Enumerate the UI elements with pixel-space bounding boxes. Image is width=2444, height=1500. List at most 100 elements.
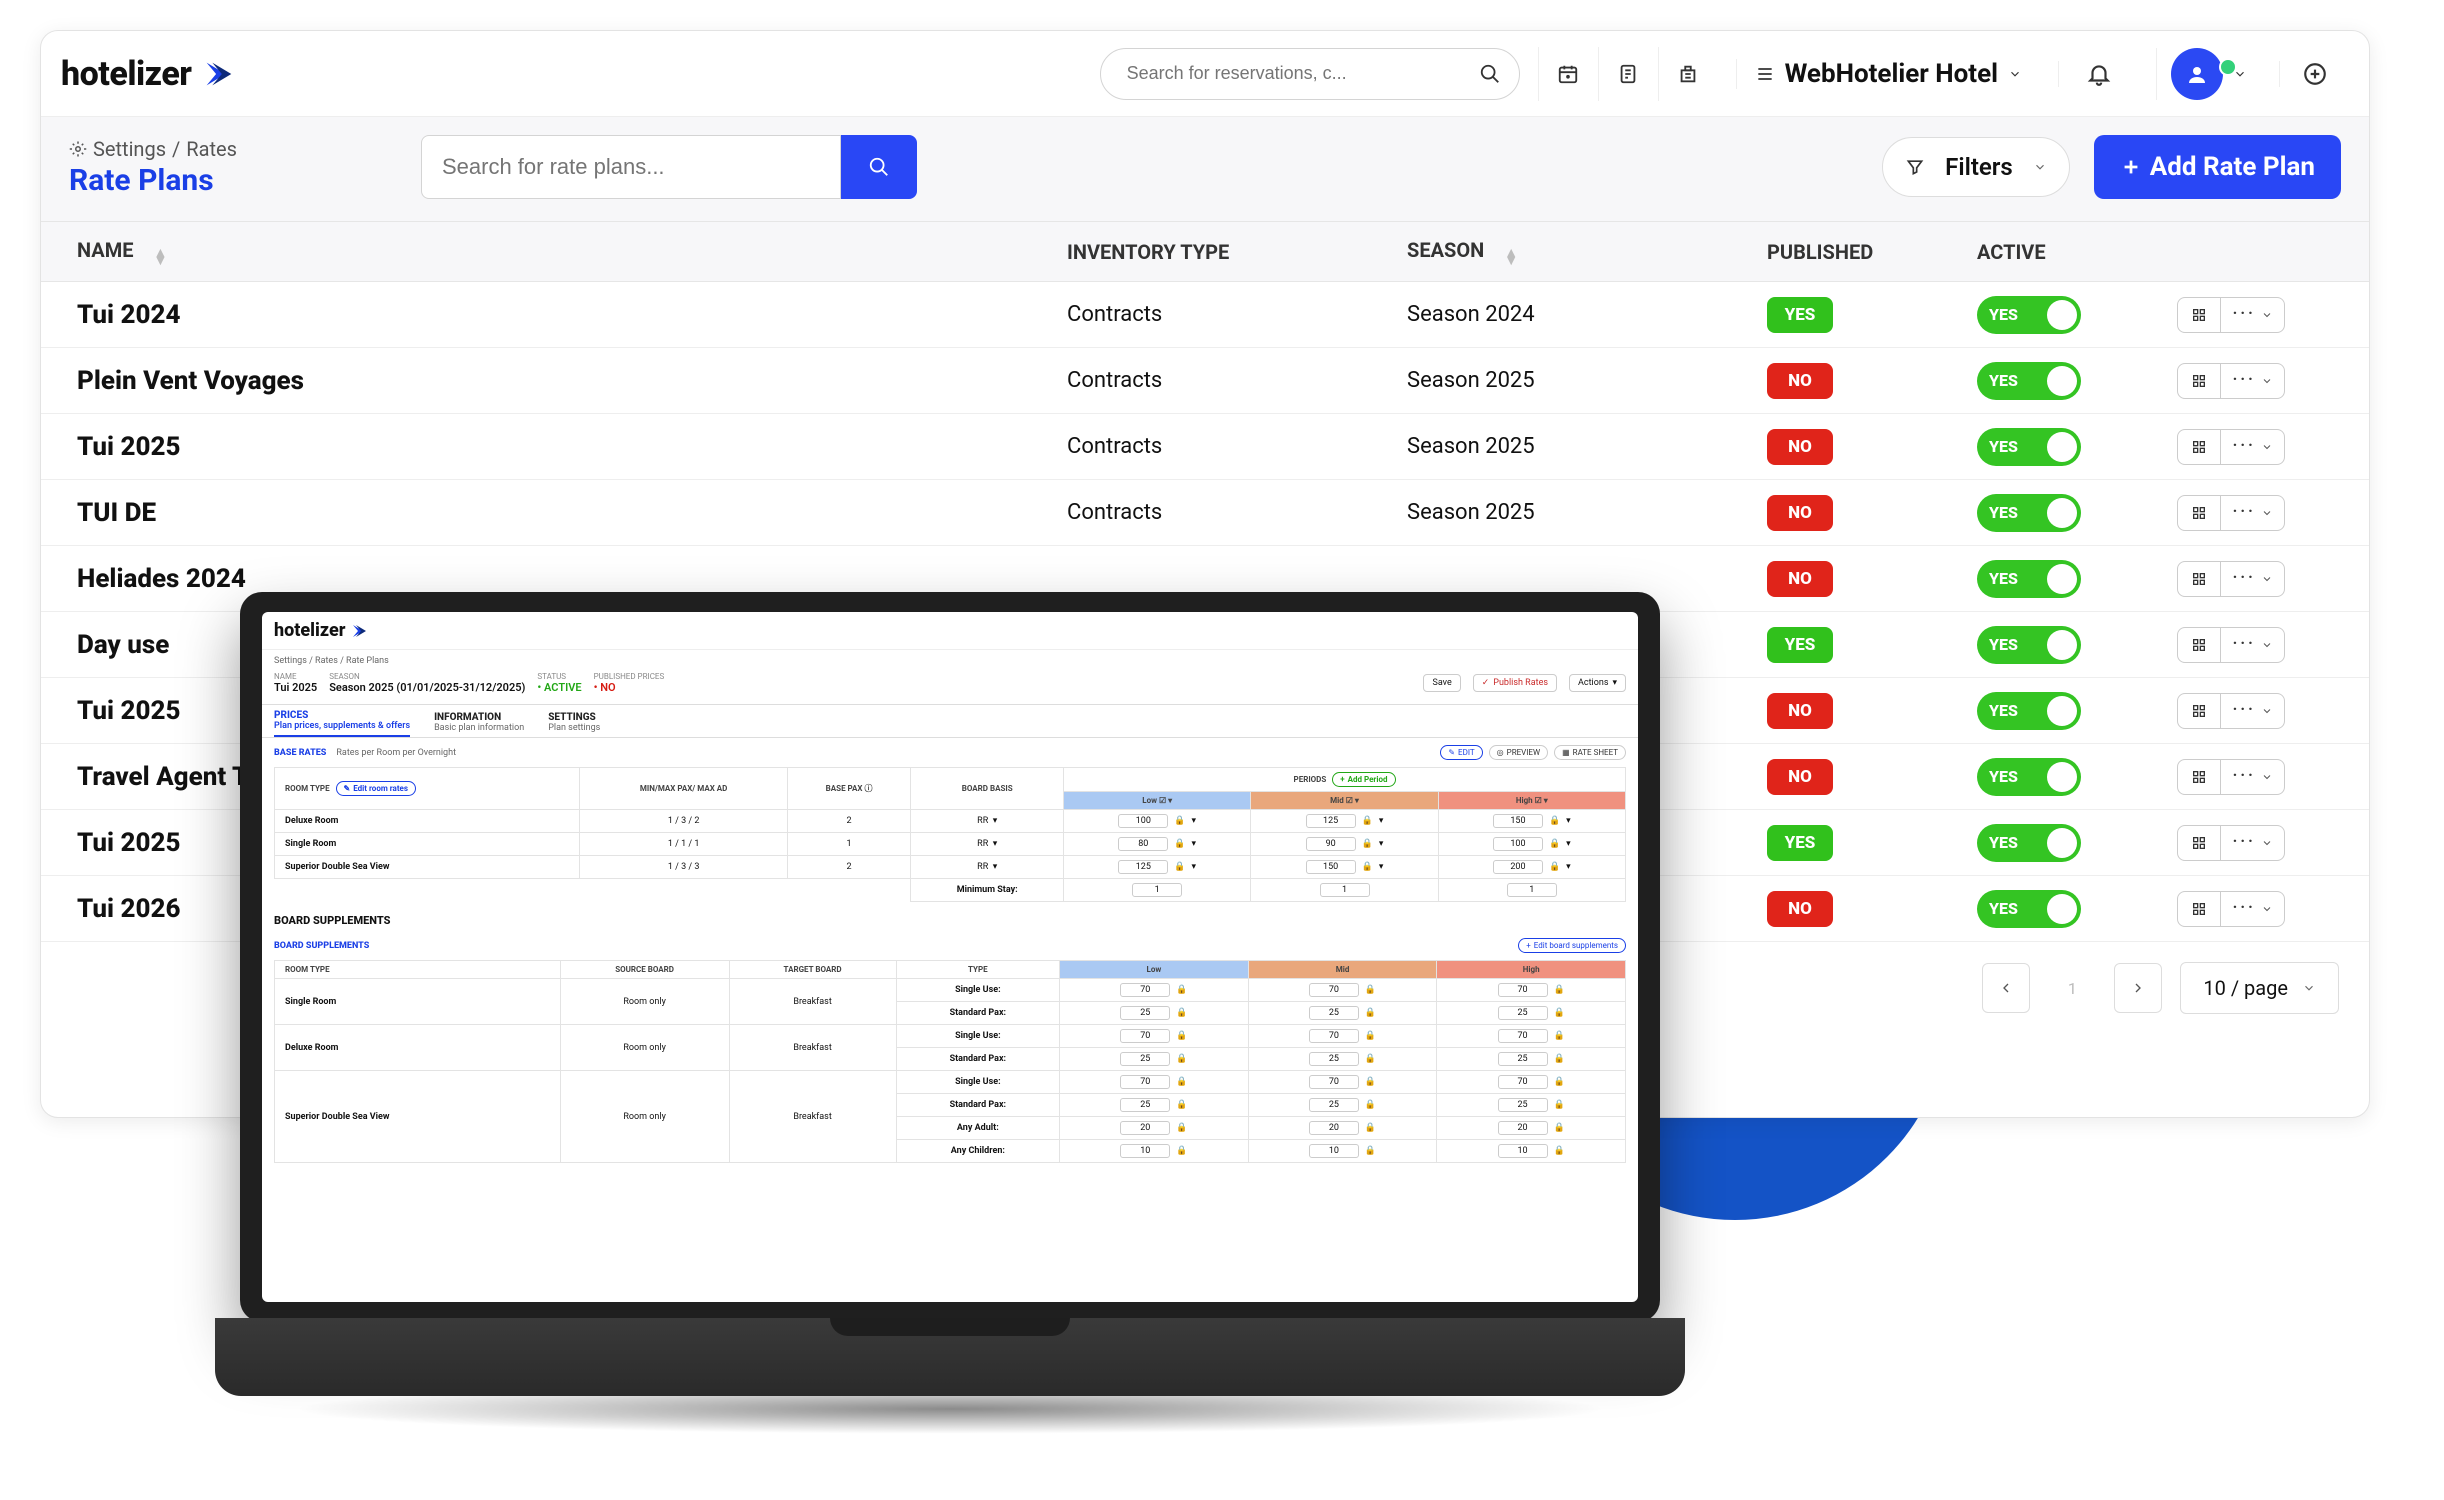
notifications-button[interactable] — [2058, 61, 2138, 87]
bell-icon — [2086, 61, 2112, 87]
table-row: Deluxe Room 1 / 3 / 2 2 RR ▾ 100🔒▾ 125🔒▾… — [275, 810, 1626, 833]
save-button[interactable]: Save — [1423, 674, 1460, 692]
table-row: Single Room 1 / 1 / 1 1 RR ▾ 80🔒▾ 90🔒▾ 1… — [275, 833, 1626, 856]
sort-icon[interactable]: ▲▼ — [1504, 249, 1518, 265]
active-toggle[interactable]: YES — [1977, 626, 2081, 664]
grid-view-button[interactable] — [2177, 561, 2221, 597]
row-actions-menu[interactable]: ··· — [2221, 627, 2285, 663]
table-row[interactable]: Tui 2024 Contracts Season 2024 YES YES ·… — [41, 282, 2369, 348]
edit-button[interactable]: ✎ EDIT — [1440, 745, 1482, 760]
lock-icon: 🔒 — [1365, 1146, 1376, 1156]
row-actions-menu[interactable]: ··· — [2221, 891, 2285, 927]
row-actions-menu[interactable]: ··· — [2221, 759, 2285, 795]
actions-menu[interactable]: Actions ▾ — [1569, 674, 1626, 692]
invoice-icon[interactable] — [1598, 47, 1658, 101]
table-row: Deluxe Room Room only Breakfast Single U… — [275, 1025, 1626, 1048]
row-actions-menu[interactable]: ··· — [2221, 825, 2285, 861]
active-toggle[interactable]: YES — [1977, 758, 2081, 796]
grid-icon — [2191, 703, 2207, 719]
brand-icon — [199, 55, 237, 93]
published-badge: NO — [1767, 891, 1833, 927]
active-toggle[interactable]: YES — [1977, 494, 2081, 532]
preview-button[interactable]: ◎ PREVIEW — [1489, 745, 1548, 760]
table-row[interactable]: Plein Vent Voyages Contracts Season 2025… — [41, 348, 2369, 414]
base-rates-table: ROOM TYPE ✎ Edit room rates MIN/MAX PAX/… — [274, 767, 1626, 902]
rate-sheet-button[interactable]: ▦ RATE SHEET — [1554, 745, 1626, 760]
grid-view-button[interactable] — [2177, 627, 2221, 663]
breadcrumb: Settings / Rates / Rate Plans — [262, 650, 1638, 666]
grid-view-button[interactable] — [2177, 495, 2221, 531]
col-active[interactable]: ACTIVE — [1977, 240, 2046, 264]
chevron-down-icon — [2261, 639, 2273, 651]
active-toggle[interactable]: YES — [1977, 296, 2081, 334]
row-actions-menu[interactable]: ··· — [2221, 495, 2285, 531]
grid-view-button[interactable] — [2177, 891, 2221, 927]
inventory-type: Contracts — [1067, 368, 1407, 393]
more-icon: ··· — [2232, 500, 2255, 525]
lock-icon: 🔒 — [1554, 1077, 1565, 1087]
chevron-left-icon — [1998, 980, 2014, 996]
add-period-button[interactable]: + Add Period — [1332, 772, 1395, 787]
lock-icon: 🔒 — [1365, 1077, 1376, 1087]
user-menu[interactable] — [2156, 48, 2261, 100]
lock-icon: 🔒 — [1365, 1123, 1376, 1133]
active-toggle[interactable]: YES — [1977, 824, 2081, 862]
add-rate-plan-button[interactable]: Add Rate Plan — [2094, 135, 2341, 199]
row-actions-menu[interactable]: ··· — [2221, 561, 2285, 597]
global-search-input[interactable] — [1125, 62, 1479, 85]
edit-room-rates-button[interactable]: ✎ Edit room rates — [336, 781, 416, 796]
calendar-icon[interactable] — [1538, 47, 1598, 101]
col-published[interactable]: PUBLISHED — [1767, 240, 1873, 264]
row-actions-menu[interactable]: ··· — [2221, 363, 2285, 399]
col-season[interactable]: SEASON — [1407, 238, 1484, 262]
lock-icon: 🔒 — [1174, 862, 1185, 872]
per-page-select[interactable]: 10 / page — [2180, 962, 2339, 1014]
rateplan-search-button[interactable] — [841, 135, 917, 199]
chevron-down-icon — [2302, 981, 2316, 995]
col-inventory[interactable]: INVENTORY TYPE — [1067, 240, 1229, 264]
hotel-selector[interactable]: WebHotelier Hotel — [1736, 59, 2040, 89]
grid-view-button[interactable] — [2177, 825, 2221, 861]
active-toggle[interactable]: YES — [1977, 560, 2081, 598]
next-page-button[interactable] — [2114, 963, 2162, 1013]
grid-view-button[interactable] — [2177, 429, 2221, 465]
lock-icon: 🔒 — [1554, 1031, 1565, 1041]
edit-board-supplements-button[interactable]: + Edit board supplements — [1518, 938, 1626, 953]
published-badge: YES — [1767, 297, 1833, 333]
grid-view-button[interactable] — [2177, 693, 2221, 729]
global-search[interactable] — [1100, 48, 1520, 100]
crumb-settings[interactable]: Settings — [93, 137, 166, 161]
rateplan-name: TUI DE — [77, 498, 1067, 528]
table-row: Superior Double Sea View 1 / 3 / 3 2 RR … — [275, 856, 1626, 879]
table-row[interactable]: Tui 2025 Contracts Season 2025 NO YES ··… — [41, 414, 2369, 480]
grid-view-button[interactable] — [2177, 297, 2221, 333]
tab-information[interactable]: INFORMATIONBasic plan information — [434, 712, 524, 737]
plus-circle-icon — [2302, 61, 2328, 87]
row-actions-menu[interactable]: ··· — [2221, 297, 2285, 333]
grid-view-button[interactable] — [2177, 363, 2221, 399]
lock-icon: 🔒 — [1362, 816, 1373, 826]
building-icon[interactable] — [1658, 47, 1718, 101]
row-actions-menu[interactable]: ··· — [2221, 693, 2285, 729]
page-title: Rate Plans — [69, 163, 237, 198]
tab-prices[interactable]: PRICESPlan prices, supplements & offers — [274, 710, 410, 737]
table-row: Superior Double Sea View Room only Break… — [275, 1071, 1626, 1094]
row-actions-menu[interactable]: ··· — [2221, 429, 2285, 465]
sort-icon[interactable]: ▲▼ — [153, 249, 167, 265]
col-name[interactable]: NAME — [77, 238, 133, 262]
rateplan-search-input[interactable] — [421, 135, 841, 199]
list-icon — [1755, 64, 1775, 84]
publish-rates-button[interactable]: ✓ Publish Rates — [1473, 674, 1557, 692]
grid-view-button[interactable] — [2177, 759, 2221, 795]
filters-button[interactable]: Filters — [1882, 137, 2070, 197]
prev-page-button[interactable] — [1982, 963, 2030, 1013]
active-toggle[interactable]: YES — [1977, 692, 2081, 730]
tab-settings[interactable]: SETTINGSPlan settings — [548, 712, 600, 737]
active-toggle[interactable]: YES — [1977, 428, 2081, 466]
crumb-rates[interactable]: Rates — [186, 137, 237, 161]
table-row[interactable]: TUI DE Contracts Season 2025 NO YES ··· — [41, 480, 2369, 546]
active-toggle[interactable]: YES — [1977, 890, 2081, 928]
lock-icon: 🔒 — [1549, 839, 1560, 849]
active-toggle[interactable]: YES — [1977, 362, 2081, 400]
add-button[interactable] — [2279, 61, 2349, 87]
